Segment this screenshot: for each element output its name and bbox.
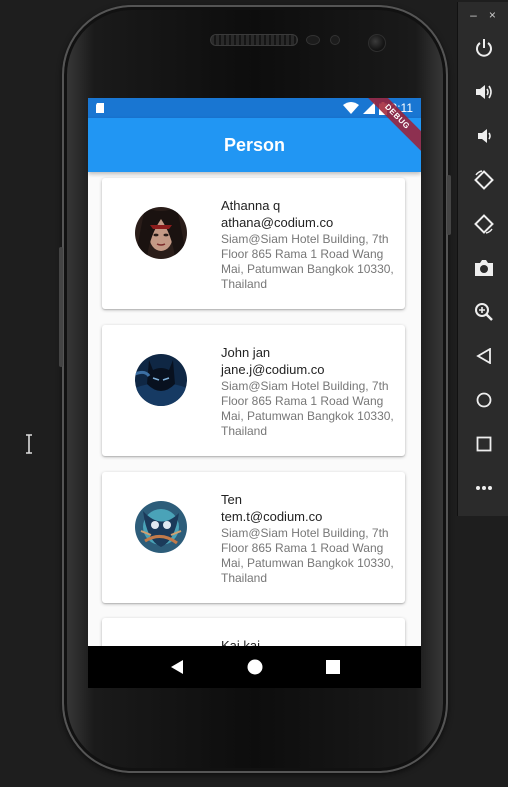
person-card[interactable]: John jan jane.j@codium.co Siam@Siam Hote… (102, 325, 405, 456)
light-sensor (330, 35, 340, 45)
device-screen: 2:11 DEBUG Person Athanna q athana@codiu… (88, 98, 421, 688)
sd-card-icon (96, 103, 104, 113)
proximity-sensor (306, 35, 320, 45)
more-button[interactable] (468, 472, 500, 504)
android-nav-bar (88, 646, 421, 688)
avatar-image (135, 207, 187, 259)
app-bar: Person (88, 118, 421, 172)
person-name: Kai kai (221, 638, 261, 646)
person-address: Siam@Siam Hotel Building, 7th Floor 865 … (221, 232, 394, 291)
person-address: Siam@Siam Hotel Building, 7th Floor 865 … (221, 526, 394, 585)
volume-button (59, 247, 63, 367)
rotate-right-button[interactable] (468, 208, 500, 240)
power-icon (476, 39, 492, 57)
signal-icon (362, 102, 375, 114)
rotate-left-button[interactable] (468, 164, 500, 196)
emulator-toolbar: – × (457, 2, 508, 516)
back-icon (476, 348, 491, 364)
back-button[interactable] (468, 340, 500, 372)
overview-icon (476, 436, 492, 452)
person-name: Athanna q (221, 198, 281, 213)
minimize-button[interactable]: – (470, 8, 477, 22)
avatar (135, 207, 187, 259)
person-email: jane.j@codium.co (221, 362, 325, 377)
home-circle-icon[interactable] (247, 659, 263, 675)
person-card[interactable]: Ten tem.t@codium.co Siam@Siam Hotel Buil… (102, 472, 405, 603)
home-icon (476, 392, 492, 408)
volume-down-button[interactable] (468, 120, 500, 152)
earpiece-speaker (210, 34, 298, 46)
person-address: Siam@Siam Hotel Building, 7th Floor 865 … (221, 379, 394, 438)
volume-up-icon (476, 85, 492, 99)
recents-square-icon[interactable] (325, 660, 340, 674)
emulator-window: 2:11 DEBUG Person Athanna q athana@codiu… (0, 0, 508, 787)
text-cursor-icon (26, 434, 32, 454)
zoom-button[interactable] (468, 296, 500, 328)
wifi-icon (342, 102, 359, 114)
person-info: John jan jane.j@codium.co Siam@Siam Hote… (221, 344, 401, 439)
more-icon (476, 486, 492, 490)
overview-button[interactable] (468, 428, 500, 460)
person-email: athana@codium.co (221, 215, 334, 230)
zoom-icon (475, 303, 493, 321)
camera-icon (475, 260, 493, 276)
person-info: Kai kai (221, 637, 401, 646)
person-info: Athanna q athana@codium.co Siam@Siam Hot… (221, 197, 401, 292)
power-button (447, 175, 451, 235)
person-name: Ten (221, 492, 242, 507)
avatar-image (135, 501, 187, 553)
volume-down-icon (478, 129, 491, 143)
avatar (135, 501, 187, 553)
home-button[interactable] (468, 384, 500, 416)
back-triangle-icon[interactable] (170, 659, 184, 675)
person-email: tem.t@codium.co (221, 509, 323, 524)
avatar-image (135, 354, 187, 406)
volume-up-button[interactable] (468, 76, 500, 108)
power-button[interactable] (468, 32, 500, 64)
close-button[interactable]: × (489, 8, 496, 22)
avatar (135, 354, 187, 406)
person-card[interactable]: Athanna q athana@codium.co Siam@Siam Hot… (102, 178, 405, 309)
page-title: Person (223, 134, 286, 155)
person-info: Ten tem.t@codium.co Siam@Siam Hotel Buil… (221, 491, 401, 586)
rotate-right-icon (474, 214, 494, 234)
front-camera (368, 34, 386, 52)
screenshot-button[interactable] (468, 252, 500, 284)
person-card[interactable]: Kai kai (102, 618, 405, 646)
person-list[interactable]: Athanna q athana@codium.co Siam@Siam Hot… (88, 172, 421, 646)
person-name: John jan (221, 345, 271, 360)
rotate-left-icon (474, 170, 494, 190)
